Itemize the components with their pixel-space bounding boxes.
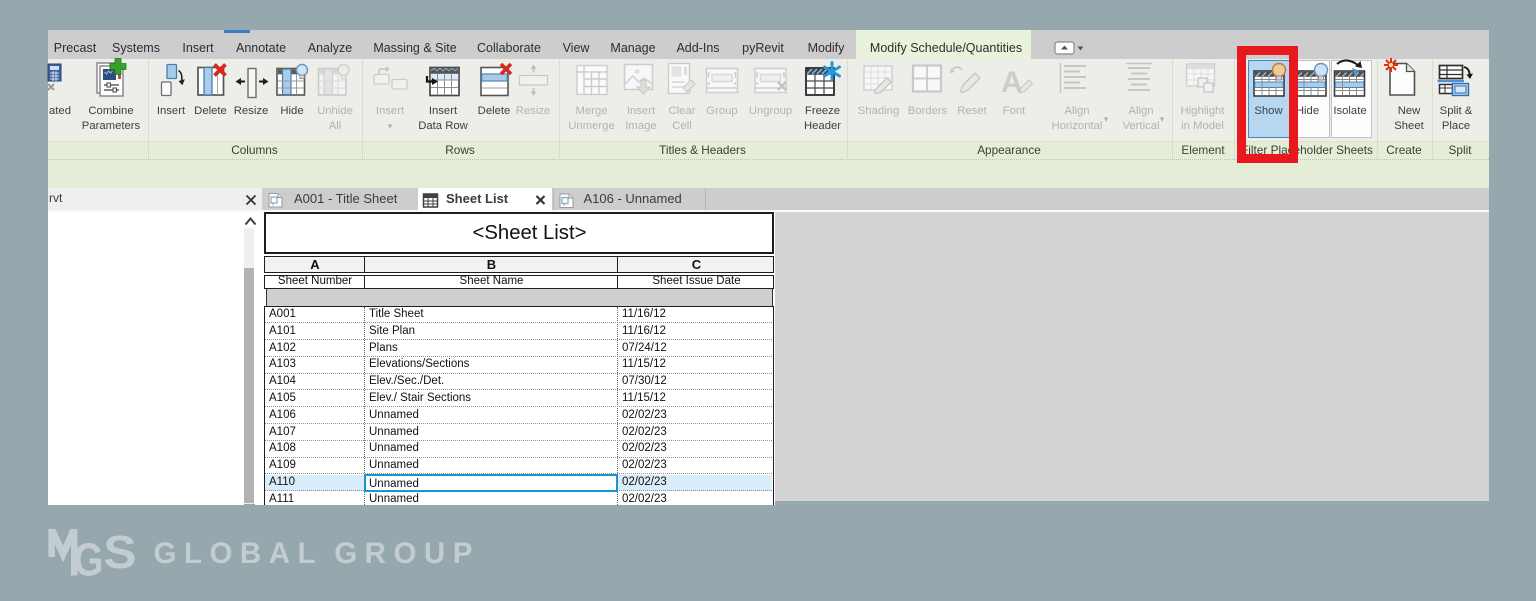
svg-text:A: A: [1001, 66, 1023, 99]
svg-text:G: G: [74, 533, 104, 585]
svg-text:S: S: [104, 526, 137, 578]
